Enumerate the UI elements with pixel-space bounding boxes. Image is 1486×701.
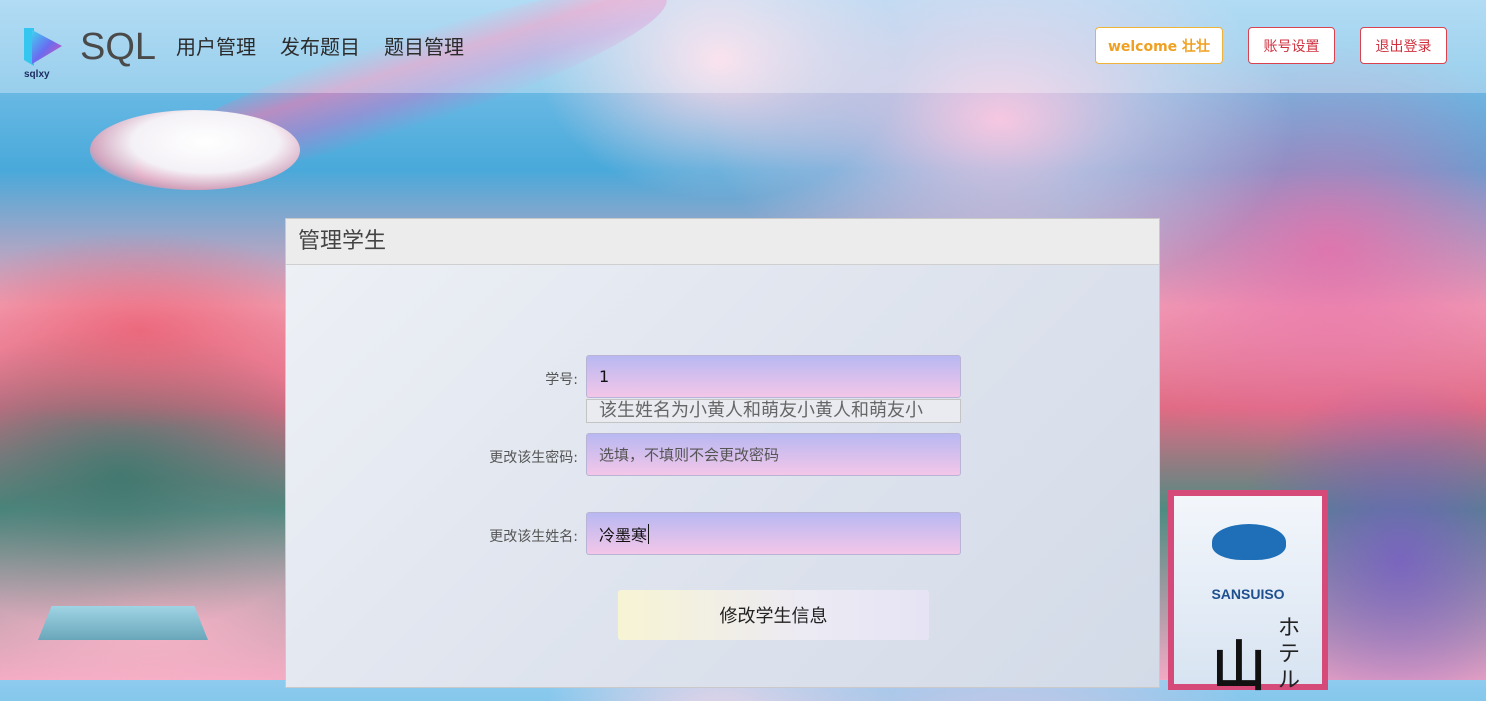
welcome-user-button[interactable]: welcome 壮壮 <box>1095 27 1223 64</box>
logo-subtext: sqlxy <box>24 69 50 80</box>
brand-title[interactable]: SQL <box>80 24 156 70</box>
background-hotel-sign: SANSUISO 山 ホテル <box>1168 490 1328 698</box>
update-student-button[interactable]: 修改学生信息 <box>618 590 929 640</box>
name-label: 更改该生姓名: <box>489 529 578 545</box>
nav-question-management[interactable]: 题目管理 <box>384 34 464 60</box>
panel-title: 管理学生 <box>286 219 1159 265</box>
background-cloud <box>90 110 300 190</box>
student-id-input[interactable]: 1 <box>586 355 961 398</box>
password-label: 更改该生密码: <box>489 450 578 466</box>
name-input[interactable]: 冷墨寒 <box>586 512 961 555</box>
hotel-dome-icon <box>1212 524 1286 560</box>
student-id-label: 学号: <box>545 372 578 388</box>
main-nav: 用户管理 发布题目 题目管理 <box>176 34 464 60</box>
password-placeholder: 选填，不填则不会更改密码 <box>599 446 780 464</box>
name-value: 冷墨寒 <box>599 525 648 545</box>
student-name-hint: 该生姓名为小黄人和萌友小黄人和萌友小 <box>586 399 961 423</box>
text-caret <box>648 523 650 544</box>
account-settings-button[interactable]: 账号设置 <box>1248 27 1335 64</box>
hotel-sign-big-char: 山 <box>1212 634 1266 698</box>
hotel-sign-kana: ホテル <box>1278 616 1301 693</box>
manage-student-panel: 管理学生 学号: 1 该生姓名为小黄人和萌友小黄人和萌友小 更改该生密码: 选填… <box>285 218 1160 688</box>
nav-publish-question[interactable]: 发布题目 <box>280 34 360 60</box>
password-input[interactable]: 选填，不填则不会更改密码 <box>586 433 961 476</box>
top-navbar: sqlxy SQL 用户管理 发布题目 题目管理 welcome 壮壮 账号设置… <box>0 0 1486 93</box>
student-id-value: 1 <box>599 367 610 386</box>
nav-user-management[interactable]: 用户管理 <box>176 34 256 60</box>
hotel-sign-brand: SANSUISO <box>1211 586 1285 602</box>
logout-button[interactable]: 退出登录 <box>1360 27 1447 64</box>
background-rooftop <box>38 606 208 640</box>
